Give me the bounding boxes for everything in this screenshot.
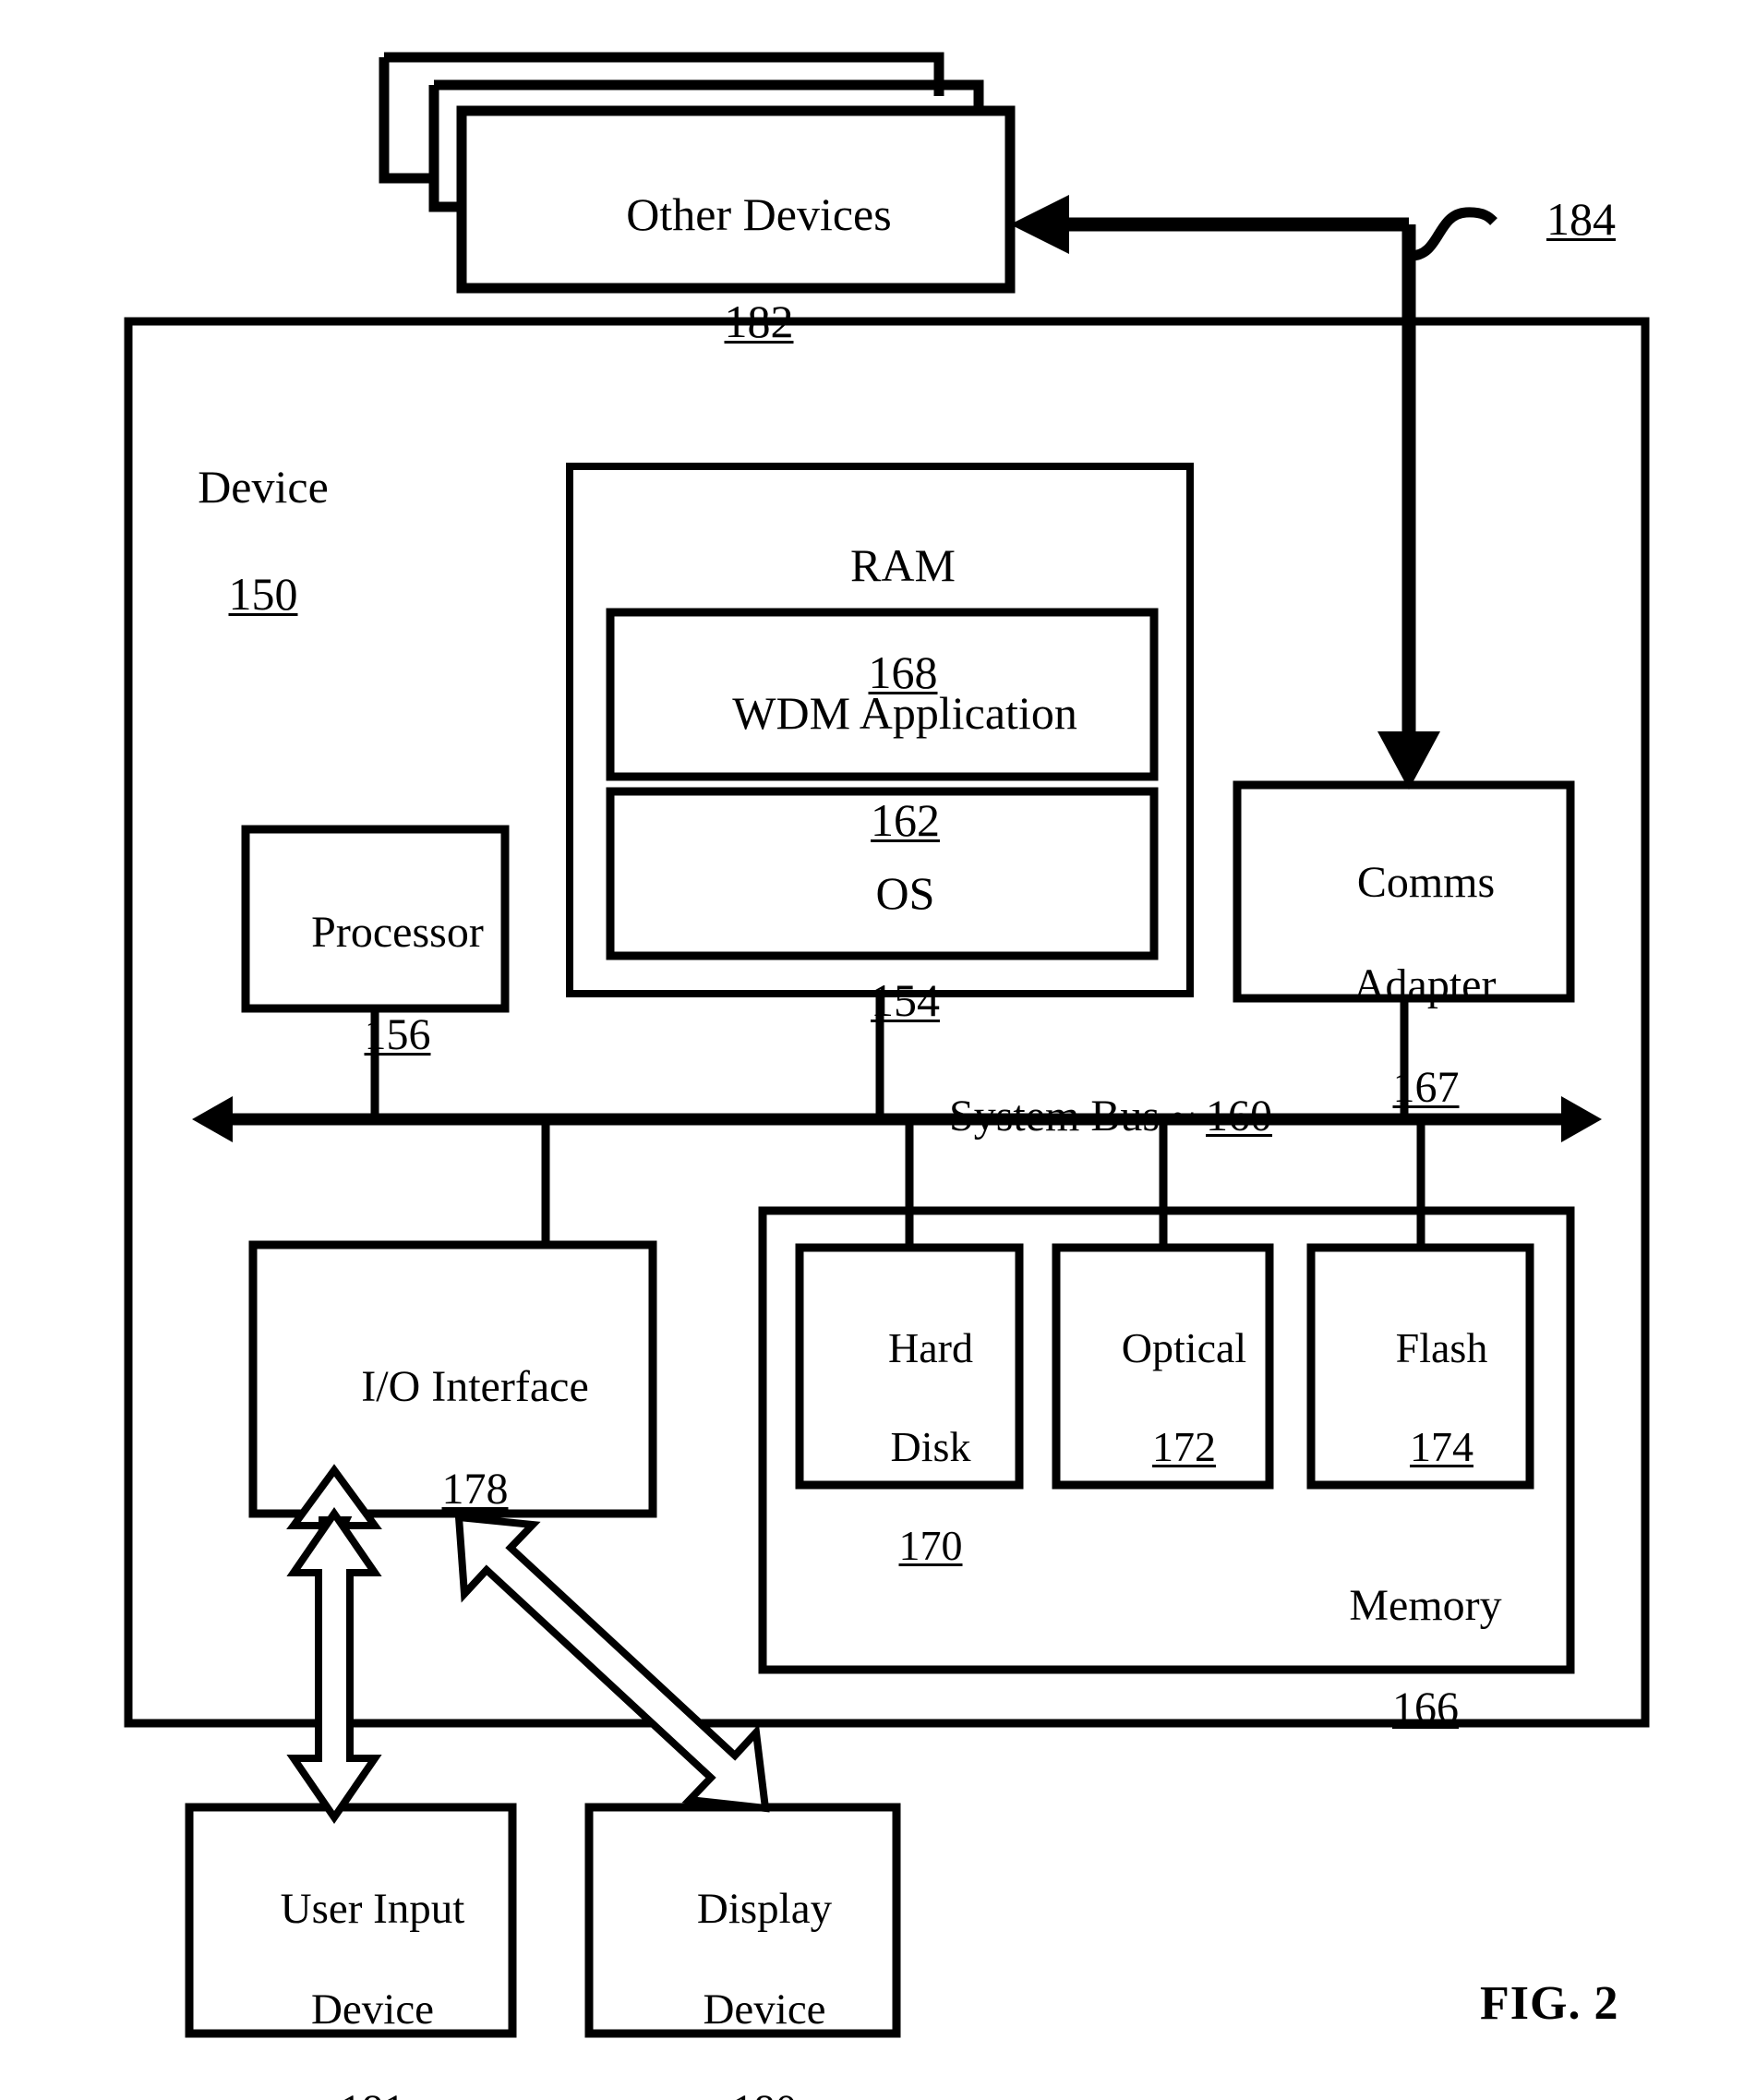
- hard-disk-box: [795, 1243, 1024, 1490]
- display-device-box: [584, 1803, 901, 2038]
- diagram-vector-layer: [124, 52, 1650, 2038]
- processor-box: [241, 825, 510, 1013]
- flash-box: [1306, 1243, 1534, 1490]
- figure-caption: FIG. 2: [1480, 1977, 1619, 2030]
- system-bus-arrow-left: [192, 1096, 233, 1142]
- double-arrow-io-to-display: [454, 1513, 770, 1813]
- ram-box: [566, 463, 1194, 997]
- memory-box: [758, 1206, 1575, 1674]
- optical-box: [1052, 1243, 1274, 1490]
- io-interface-box: [248, 1240, 657, 1518]
- user-input-device-box: [185, 1803, 517, 2038]
- double-arrow-io-to-user-input: [286, 1506, 382, 1825]
- system-bus-arrow-right: [1561, 1096, 1602, 1142]
- figure-canvas: Other Devices 182 184 Device 150 RAM 168…: [0, 0, 1744, 2100]
- wdm-application-box: [606, 608, 1159, 781]
- os-box: [606, 787, 1159, 960]
- network-link-arrow-to-other-devices: [1010, 195, 1069, 254]
- comms-adapter-box: [1233, 780, 1575, 1003]
- other-devices-box: [456, 105, 1016, 294]
- reference-leader-184: [1410, 207, 1497, 261]
- other-devices-stack-back-1: [384, 52, 944, 96]
